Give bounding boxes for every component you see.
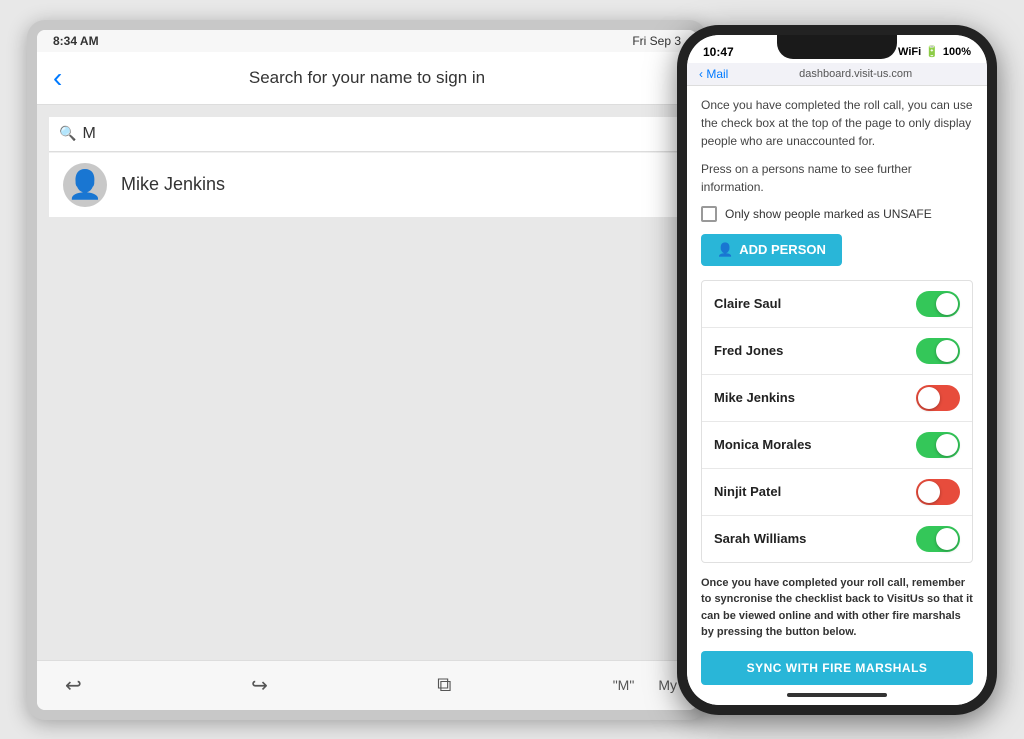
search-icon: 🔍 xyxy=(59,125,76,142)
keyboard-suggestions: "M" My xyxy=(613,677,677,693)
copy-button[interactable]: ⧉ xyxy=(429,670,459,701)
phone-browser-bar: ‹ Mail dashboard.visit-us.com xyxy=(687,63,987,86)
footer-text: Once you have completed your roll call, … xyxy=(701,575,973,641)
list-item[interactable]: Claire Saul xyxy=(702,281,972,328)
tablet-content: 🔍 👤 Mike Jenkins xyxy=(37,105,697,660)
toggle-knob xyxy=(918,481,940,503)
person-row[interactable]: 👤 Mike Jenkins xyxy=(49,152,685,217)
toggle-knob xyxy=(936,293,958,315)
unsafe-checkbox[interactable] xyxy=(701,206,717,222)
phone-time: 10:47 xyxy=(703,45,734,59)
tablet-time: 8:34 AM xyxy=(53,34,99,48)
tablet-status-bar: 8:34 AM Fri Sep 3 xyxy=(37,30,697,52)
list-item[interactable]: Ninjit Patel xyxy=(702,469,972,516)
person-icon: 👤 xyxy=(68,171,103,199)
person-toggle[interactable] xyxy=(916,291,960,317)
person-name: Monica Morales xyxy=(714,437,812,452)
toggle-knob xyxy=(918,387,940,409)
search-input[interactable] xyxy=(82,125,675,143)
person-list: Claire Saul Fred Jones Mike Jenkins Monica … xyxy=(701,280,973,563)
suggestion-1[interactable]: "M" xyxy=(613,677,635,693)
forward-nav-button[interactable]: ↪ xyxy=(243,669,276,702)
person-name: Mike Jenkins xyxy=(714,390,795,405)
intro-text-1: Once you have completed the roll call, y… xyxy=(701,96,973,150)
phone-screen: 10:47 ▲ ▲ ▲ WiFi 🔋 100% ‹ Mail dashboard… xyxy=(687,35,987,705)
person-toggle[interactable] xyxy=(916,338,960,364)
toggle-knob xyxy=(936,340,958,362)
battery-level: 100% xyxy=(943,46,971,58)
add-person-label: ADD PERSON xyxy=(739,242,826,257)
toggle-knob xyxy=(936,434,958,456)
add-person-button[interactable]: 👤 ADD PERSON xyxy=(701,234,842,266)
phone-notch xyxy=(777,35,897,59)
unsafe-checkbox-row: Only show people marked as UNSAFE xyxy=(701,206,973,222)
phone-home-bar xyxy=(687,685,987,705)
person-toggle[interactable] xyxy=(916,432,960,458)
tablet-header: ‹ Search for your name to sign in xyxy=(37,52,697,105)
phone: 10:47 ▲ ▲ ▲ WiFi 🔋 100% ‹ Mail dashboard… xyxy=(677,25,997,715)
list-item[interactable]: Mike Jenkins xyxy=(702,375,972,422)
list-item[interactable]: Monica Morales xyxy=(702,422,972,469)
page-title: Search for your name to sign in xyxy=(249,68,485,88)
person-toggle[interactable] xyxy=(916,385,960,411)
back-nav-button[interactable]: ↩ xyxy=(57,669,90,702)
add-person-icon: 👤 xyxy=(717,242,733,258)
mail-back-button[interactable]: ‹ Mail xyxy=(699,67,728,81)
back-button[interactable]: ‹ xyxy=(53,62,62,94)
tablet-date: Fri Sep 3 xyxy=(632,34,681,48)
url-bar[interactable]: dashboard.visit-us.com xyxy=(736,68,975,80)
tablet-bottom-bar: ↩ ↪ ⧉ "M" My xyxy=(37,660,697,710)
wifi-icon: WiFi xyxy=(898,46,921,58)
phone-content: Once you have completed the roll call, y… xyxy=(687,86,987,685)
person-name: Sarah Williams xyxy=(714,531,806,546)
home-indicator xyxy=(787,693,887,697)
person-toggle[interactable] xyxy=(916,526,960,552)
avatar: 👤 xyxy=(63,163,107,207)
suggestion-2[interactable]: My xyxy=(658,677,677,693)
person-name: Fred Jones xyxy=(714,343,783,358)
person-name: Claire Saul xyxy=(714,296,781,311)
tablet: 8:34 AM Fri Sep 3 ‹ Search for your name… xyxy=(27,20,707,720)
list-item[interactable]: Sarah Williams xyxy=(702,516,972,562)
toggle-knob xyxy=(936,528,958,550)
person-name: Ninjit Patel xyxy=(714,484,781,499)
sync-button[interactable]: SYNC WITH FIRE MARSHALS xyxy=(701,651,973,685)
battery-icon: 🔋 xyxy=(925,45,939,58)
intro-text-2: Press on a persons name to see further i… xyxy=(701,160,973,196)
unsafe-label: Only show people marked as UNSAFE xyxy=(725,207,932,221)
person-name: Mike Jenkins xyxy=(121,174,225,195)
search-bar: 🔍 xyxy=(49,117,685,152)
list-item[interactable]: Fred Jones xyxy=(702,328,972,375)
person-toggle[interactable] xyxy=(916,479,960,505)
